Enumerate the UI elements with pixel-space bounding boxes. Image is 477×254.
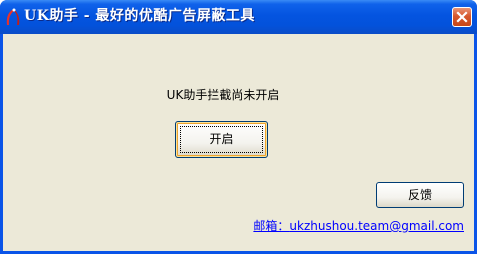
app-logo-icon	[5, 8, 21, 26]
email-label: 邮箱：	[253, 219, 290, 233]
close-button[interactable]	[452, 7, 472, 27]
window-title: UK助手 - 最好的优酷广告屏蔽工具	[24, 8, 255, 24]
email-address: ukzhushou.team@gmail.com	[289, 219, 464, 233]
start-button[interactable]: 开启	[175, 121, 268, 158]
app-window: UK助手 - 最好的优酷广告屏蔽工具 UK助手拦截尚未开启 开启 反馈 邮箱：u…	[0, 0, 477, 254]
status-label: UK助手拦截尚未开启	[166, 88, 280, 102]
close-icon	[456, 11, 468, 23]
email-link[interactable]: 邮箱：ukzhushou.team@gmail.com	[253, 217, 464, 234]
title-bar[interactable]: UK助手 - 最好的优酷广告屏蔽工具	[0, 0, 477, 34]
start-button-label: 开启	[209, 132, 234, 146]
feedback-button-label: 反馈	[407, 188, 432, 202]
feedback-button[interactable]: 反馈	[376, 182, 464, 208]
client-area: UK助手拦截尚未开启 开启 反馈 邮箱：ukzhushou.team@gmail…	[3, 34, 474, 251]
